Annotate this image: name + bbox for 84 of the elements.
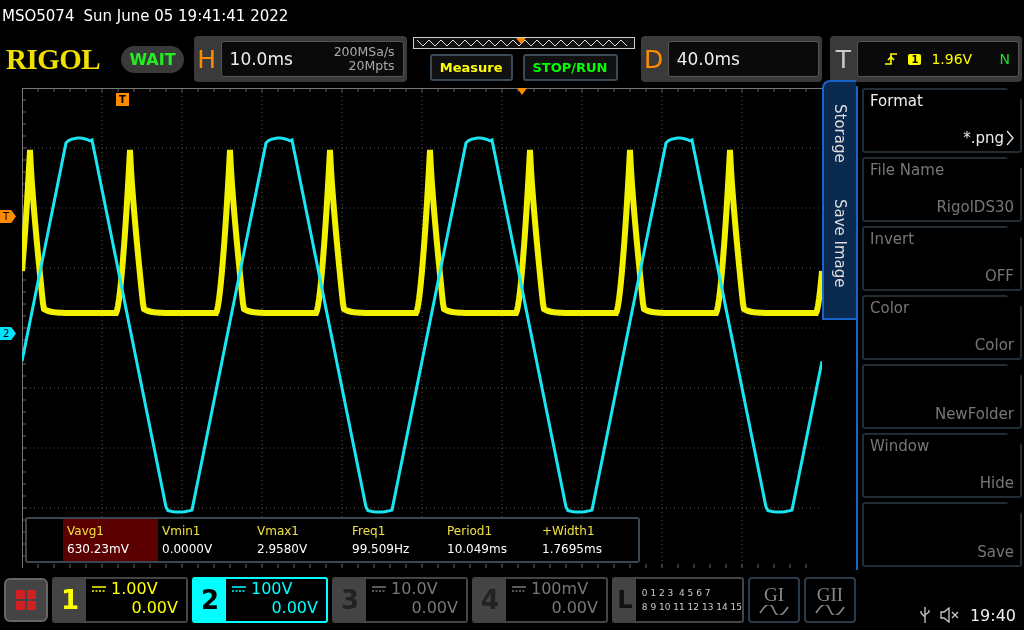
measure-button[interactable]: Measure (429, 54, 513, 81)
dc-coupling-icon (232, 585, 246, 592)
measurement-value: 2.9580V (257, 542, 309, 556)
channel-panel[interactable]: 2 100V 0.00V (192, 577, 328, 623)
measurement-value: 0.0000V (162, 542, 214, 556)
delay-value: 40.0ms (676, 49, 740, 69)
rising-edge-icon (884, 52, 899, 66)
softkey-value: NewFolder (934, 405, 1014, 423)
measurement-name: Vmin1 (162, 524, 202, 538)
softkey-value: Hide (979, 474, 1014, 492)
measurement-name: Vavg1 (67, 524, 105, 538)
measurement-value: 99.509Hz (352, 542, 411, 556)
trigger-mode: N (999, 51, 1010, 67)
horizontal-panel[interactable]: H 10.0ms 200MSa/s 20Mpts (193, 36, 407, 82)
channel-offset: 0.00V (271, 598, 318, 617)
channel-number: 1 (54, 579, 86, 621)
usb-icon (919, 606, 930, 624)
dc-coupling-icon (92, 585, 106, 592)
softkey-value: *.png (963, 129, 1004, 147)
delay-panel[interactable]: D 40.0ms (640, 36, 823, 82)
channel-offset: 0.00V (131, 598, 178, 617)
trigger-position-marker[interactable]: T (116, 93, 129, 106)
channel-scale: 100V (251, 579, 293, 598)
generator-button[interactable]: GII (804, 577, 856, 623)
dc-coupling-icon (372, 585, 386, 592)
channel-offset: 0.00V (411, 598, 458, 617)
model-name: MSO5074 (2, 7, 75, 25)
measurement-value: 1.7695ms (542, 542, 603, 556)
menu-softkey[interactable]: Format *.png (862, 88, 1022, 153)
measurement-item[interactable]: Period1 10.049ms (443, 519, 538, 561)
measurement-name: Vmax1 (257, 524, 300, 538)
menu-button[interactable] (4, 578, 48, 622)
grid-icon (15, 589, 37, 611)
channel-panel[interactable]: 1 1.00V 0.00V (52, 577, 188, 623)
logic-channel-numbers: 8 9 10 11 12 13 14 15 (641, 602, 742, 612)
channel-scale: 1.00V (111, 579, 158, 598)
measurement-value: 10.049ms (447, 542, 508, 556)
softkey-label: Invert (870, 230, 916, 248)
trigger-level: 1.96V (931, 51, 973, 67)
softkey-value: RigolDS30 (936, 198, 1014, 216)
softkey-value: Color (974, 336, 1014, 354)
sine-wave-icon (815, 605, 845, 615)
measurement-item[interactable]: +Width1 1.7695ms (538, 519, 633, 561)
horizontal-label: H (196, 44, 217, 74)
generator-button[interactable]: GI (748, 577, 800, 623)
measurement-name: Freq1 (352, 524, 387, 538)
softkey-label: File Name (870, 161, 946, 179)
dc-coupling-icon (512, 585, 526, 592)
measurement-name: +Width1 (542, 524, 596, 538)
measurement-name: Period1 (447, 524, 494, 538)
stop-run-button[interactable]: STOP/RUN (522, 54, 618, 81)
center-marker-icon (517, 88, 527, 95)
measurement-value: 630.23mV (67, 542, 130, 556)
date-time: Sun June 05 19:41:41 2022 (83, 7, 289, 25)
run-state-badge: WAIT (121, 45, 184, 73)
measurement-item[interactable]: Vmin1 0.0000V (158, 519, 253, 561)
muted-speaker-icon (939, 607, 960, 623)
timebase-value: 10.0ms (229, 49, 293, 69)
channel-offset-marker[interactable]: 2 (0, 327, 16, 340)
delay-label: D (643, 44, 664, 74)
trigger-source-badge: 1 (908, 53, 922, 65)
softkey-value: OFF (984, 267, 1014, 285)
softkey-label: Color (870, 299, 911, 317)
sample-rate: 200MSa/s (333, 45, 395, 59)
channel-scale: 100mV (531, 579, 589, 598)
trigger-label: T (834, 44, 853, 74)
channel-offset: 0.00V (551, 598, 598, 617)
trigger-panel[interactable]: T 1 1.96V N (830, 36, 1022, 82)
menu-tab[interactable]: Storage (831, 104, 849, 163)
softkey-label: Format (870, 92, 924, 110)
clock-time: 19:40 (969, 605, 1016, 625)
softkey-label: Window (870, 437, 931, 455)
memory-depth: 20Mpts (348, 59, 395, 73)
channel-scale: 10.0V (391, 579, 438, 598)
measurement-item[interactable]: Vavg1 630.23mV (63, 519, 158, 561)
measurement-item[interactable]: Freq1 99.509Hz (348, 519, 443, 561)
menu-tab[interactable]: Save Image (831, 198, 849, 288)
softkey-value: Save (977, 543, 1014, 561)
brand-logo: RIGOL (6, 42, 102, 76)
channel-number: 2 (194, 579, 226, 621)
logic-channel-numbers: 0 1 2 3 4 5 6 7 (641, 588, 712, 598)
measurement-item[interactable]: Vmax1 2.9580V (253, 519, 348, 561)
sine-wave-icon (759, 605, 789, 615)
trigger-level-marker[interactable]: T (0, 210, 16, 223)
